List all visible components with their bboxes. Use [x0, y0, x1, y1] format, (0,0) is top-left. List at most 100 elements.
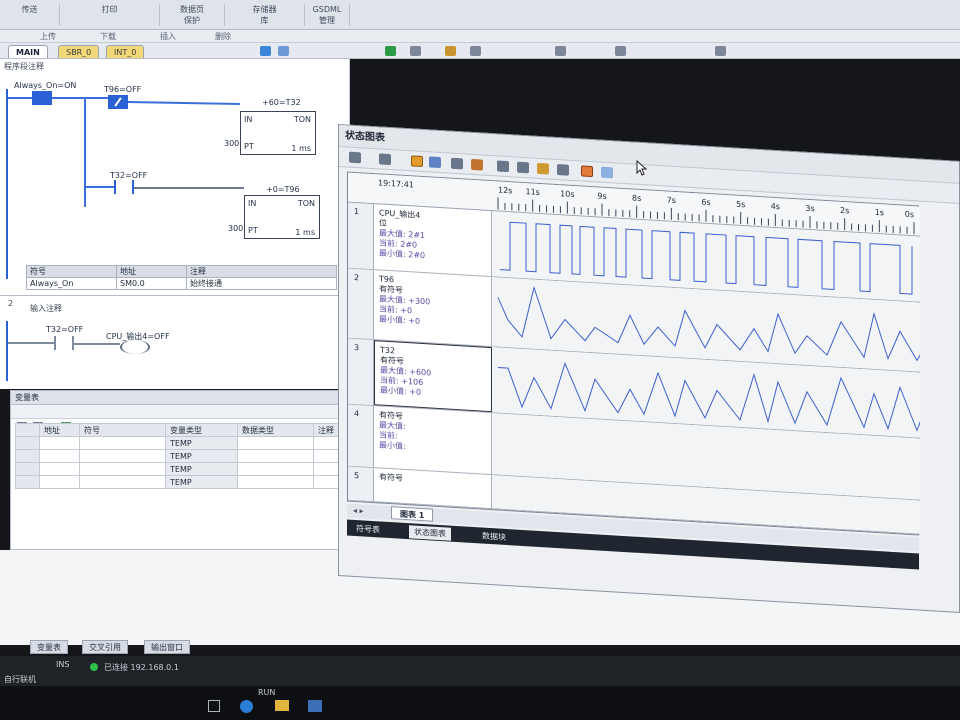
- row-number: 5: [348, 466, 374, 502]
- chart-write-icon[interactable]: [517, 161, 529, 174]
- contact-tool-icon[interactable]: [470, 46, 481, 56]
- toolbar-icon[interactable]: [410, 46, 421, 56]
- time-tick-label: 1s: [875, 208, 884, 218]
- ribbon-group-print[interactable]: 打印: [60, 4, 160, 26]
- time-tick-label: 8s: [632, 193, 641, 203]
- upload-button[interactable]: 上传: [40, 31, 56, 42]
- monitor-icon[interactable]: [260, 46, 271, 56]
- tab-variable-table[interactable]: 变量表: [30, 640, 68, 654]
- timer2-preset: 300: [228, 224, 244, 233]
- contact-always-on[interactable]: [32, 91, 52, 105]
- run-icon[interactable]: [385, 46, 396, 56]
- timer1-preset: 300: [224, 139, 240, 148]
- ribbon-group-gsdml[interactable]: GSDML 管理: [305, 4, 350, 26]
- time-tick-label: 3s: [805, 204, 814, 214]
- time-tick-label: 7s: [667, 196, 676, 206]
- col-var-type: 变量类型: [165, 423, 238, 437]
- contact-t32-network2[interactable]: [54, 336, 74, 350]
- chart-pause-icon[interactable]: [429, 156, 441, 169]
- chart-trend-icon[interactable]: [581, 165, 593, 178]
- program-comment: 程序段注释: [4, 62, 44, 71]
- symbol-info-table: 符号 地址 注释 Always_On SM0.0 始终接通: [26, 265, 337, 290]
- contact-label-always-on: Always_On=ON: [14, 81, 77, 90]
- lock-icon[interactable]: [445, 46, 456, 56]
- symbol-tool-icon[interactable]: [715, 46, 726, 56]
- download-button[interactable]: 下载: [100, 31, 116, 42]
- tab-output-window[interactable]: 输出窗口: [144, 640, 190, 654]
- ribbon-group-library[interactable]: 存储器库: [225, 4, 305, 26]
- browser-icon[interactable]: [240, 700, 253, 713]
- status-chart-grid[interactable]: 19:17:41 12s 11s 10s 9s 8s 7s 6s 5s 4s 3s 2s 1s 0s 1…: [347, 171, 960, 536]
- panel-tab-symbol-table[interactable]: 符号表: [351, 522, 385, 537]
- contact-t96[interactable]: [108, 95, 128, 109]
- network2-comment: 输入注释: [30, 304, 62, 313]
- monitor-pause-icon[interactable]: [278, 46, 289, 56]
- time-tick-label: 12s: [498, 186, 512, 196]
- tab-int0[interactable]: INT_0: [106, 45, 145, 58]
- wire: [8, 342, 54, 344]
- ribbon-group-transfer[interactable]: 传送: [0, 4, 60, 26]
- chart-unforce-icon[interactable]: [557, 164, 569, 176]
- task-view-icon[interactable]: [208, 700, 220, 712]
- mouse-cursor-icon: [636, 160, 648, 176]
- comment-cell: 始终接通: [186, 277, 337, 290]
- address-cell: SM0.0: [116, 277, 187, 290]
- wire: [127, 101, 240, 105]
- row-number: 1: [348, 202, 374, 270]
- symbol-cell: Always_On: [26, 277, 117, 290]
- panel-tab-status-chart[interactable]: 状态图表: [409, 525, 451, 541]
- contact-label-t32-2: T32=OFF: [46, 325, 84, 334]
- delete-button[interactable]: 删除: [215, 31, 231, 42]
- tab-cross-reference[interactable]: 交叉引用: [82, 640, 128, 654]
- status-bar: INS 已连接 192.168.0.1 自行联机: [0, 656, 960, 686]
- timer-box-t96[interactable]: IN TON PT 1 ms: [244, 195, 320, 239]
- chart-run-icon[interactable]: [411, 155, 423, 168]
- box-tool-icon[interactable]: [615, 46, 626, 56]
- chart-edit-icon[interactable]: [379, 153, 391, 166]
- time-tick-label: 0s: [905, 210, 914, 220]
- timer2-label: +0=T96: [266, 185, 300, 194]
- panel-tab-data-block[interactable]: 数据块: [477, 529, 511, 544]
- chart-view-icon[interactable]: [601, 166, 613, 179]
- contact-t32[interactable]: [114, 180, 134, 194]
- folder-icon[interactable]: [275, 700, 289, 711]
- row-number: 2: [348, 268, 374, 340]
- ladder-editor[interactable]: 程序段注释 Always_On=ON T96=OFF +60=T32 IN TO…: [0, 59, 350, 389]
- ribbon-group-protect[interactable]: 数据页 保护: [160, 4, 225, 26]
- chart-add-icon[interactable]: [349, 151, 361, 164]
- row-format: 有符号: [379, 472, 403, 483]
- col-data-type: 数据类型: [237, 423, 314, 437]
- timer-box-t32[interactable]: IN TON PT 1 ms: [240, 111, 316, 155]
- editor-tab-row: MAIN SBR_0 INT_0: [0, 43, 960, 59]
- row-number: 3: [348, 338, 374, 406]
- sheet-nav-icons[interactable]: ◂ ▸: [353, 506, 364, 516]
- time-tick-label: 11s: [525, 187, 539, 197]
- ribbon: 传送 打印 数据页 保护 存储器库 GSDML 管理: [0, 0, 960, 30]
- network-divider: [0, 295, 350, 296]
- chart-force-icon[interactable]: [537, 162, 549, 175]
- chart-trigger-icon[interactable]: [451, 157, 463, 170]
- comment-header: 注释: [186, 265, 337, 278]
- row-header-blank: [15, 423, 40, 437]
- sheet-tab-chart1[interactable]: 图表 1: [391, 506, 434, 522]
- wire: [52, 97, 108, 99]
- time-tick-label: 5s: [736, 200, 745, 210]
- time-tick-label: 6s: [701, 198, 710, 208]
- time-tick-label: 4s: [771, 202, 780, 212]
- screen: 传送 打印 数据页 保护 存储器库 GSDML 管理 上传 下载 插入 删除 MAI…: [0, 0, 960, 720]
- chart-pencil-icon[interactable]: [471, 158, 483, 171]
- contact-label-t32: T32=OFF: [110, 171, 148, 180]
- chart-lock-icon[interactable]: [497, 160, 509, 173]
- wire: [84, 186, 114, 188]
- insert-button[interactable]: 插入: [160, 31, 176, 42]
- coil-output4[interactable]: [120, 340, 150, 354]
- tab-sbr0[interactable]: SBR_0: [58, 45, 100, 58]
- coil-tool-icon[interactable]: [555, 46, 566, 56]
- status-chart-window: 状态图表 19:17:41 12s 11s 10s 9s 8s 7s 6s 5s 4s 3s 2s 1…: [338, 124, 960, 613]
- row-number: 4: [348, 404, 374, 468]
- col-symbol: 符号: [79, 423, 166, 437]
- app-icon[interactable]: [308, 700, 322, 712]
- power-rail: [6, 89, 8, 279]
- ins-indicator: INS: [56, 660, 70, 669]
- tab-main[interactable]: MAIN: [8, 45, 48, 58]
